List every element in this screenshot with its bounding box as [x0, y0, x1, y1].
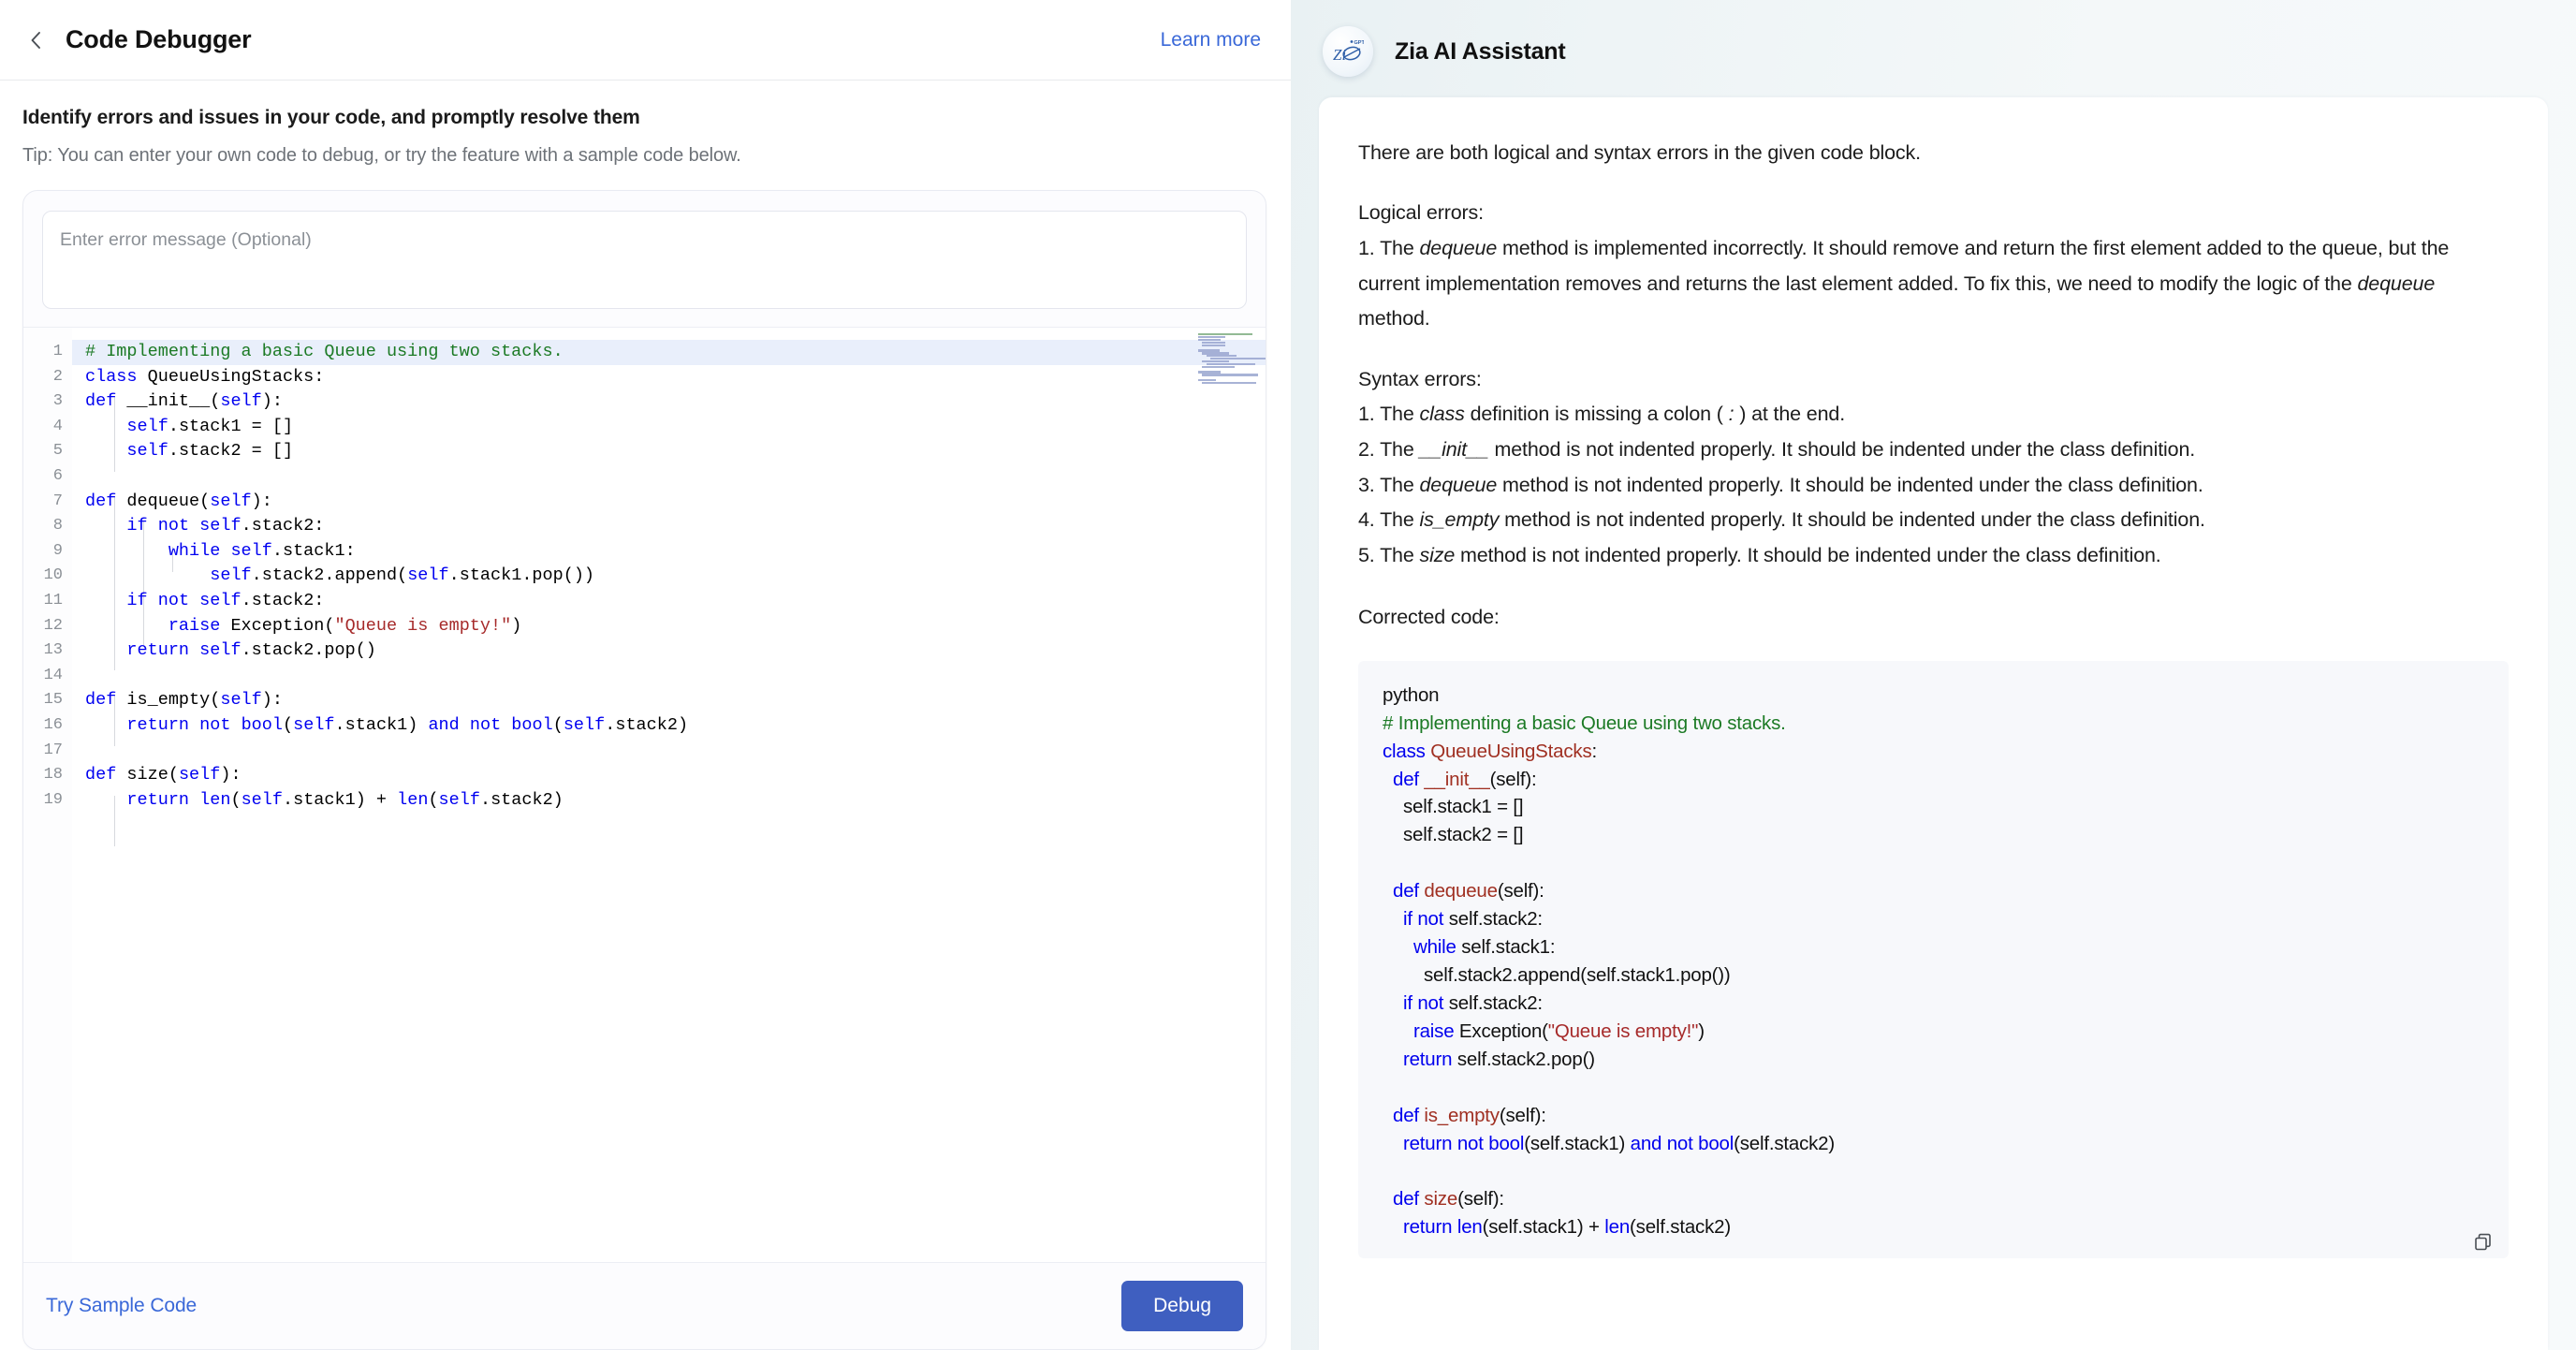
line-number: 14 [43, 666, 63, 684]
corrected-code-line: def dequeue(self): [1393, 880, 1544, 902]
corrected-code-line: # Implementing a basic Queue using two s… [1383, 712, 1786, 734]
code-line[interactable] [72, 664, 1266, 689]
code-line[interactable]: return len(self.stack1) + len(self.stack… [72, 788, 1266, 814]
corrected-code-line: raise Exception("Queue is empty!") [1412, 1020, 1705, 1042]
assistant-answer-card: There are both logical and syntax errors… [1319, 97, 2548, 1350]
corrected-code-line: self.stack2 = [] [1383, 824, 1524, 846]
line-number: 3 [52, 392, 63, 411]
corrected-code-line: self.stack1 = [] [1383, 796, 1524, 818]
code-line[interactable]: self.stack2.append(self.stack1.pop()) [72, 564, 1266, 589]
corrected-code-line [1383, 849, 2484, 877]
code-line[interactable]: def is_empty(self): [72, 688, 1266, 713]
corrected-code-line: return self.stack2.pop() [1402, 1048, 1595, 1070]
line-number: 1 [52, 343, 63, 360]
try-sample-code-link[interactable]: Try Sample Code [46, 1295, 197, 1317]
list-item: 1. The dequeue method is implemented inc… [1358, 236, 2450, 330]
corrected-code-line [1383, 1074, 2484, 1102]
code-line[interactable]: raise Exception("Queue is empty!") [72, 614, 1266, 639]
code-line[interactable]: class QueueUsingStacks: [72, 365, 1266, 390]
page-title: Code Debugger [66, 25, 252, 53]
code-line[interactable] [72, 739, 1266, 764]
code-line[interactable]: return self.stack2.pop() [72, 638, 1266, 664]
corrected-code-heading: Corrected code: [1358, 605, 1500, 628]
corrected-code-line: if not self.stack2: [1402, 908, 1543, 931]
copy-icon[interactable] [2473, 1232, 2494, 1253]
list-item: 1. The class definition is missing a col… [1358, 403, 1846, 426]
svg-text:GPT: GPT [1354, 40, 1365, 46]
intro-title: Identify errors and issues in your code,… [22, 107, 640, 128]
logical-errors-list: 1. The dequeue method is implemented inc… [1358, 231, 2509, 337]
line-number: 9 [52, 541, 63, 560]
learn-more-link[interactable]: Learn more [1161, 29, 1261, 51]
code-line[interactable]: self.stack2 = [] [72, 439, 1266, 464]
corrected-code-line: if not self.stack2: [1402, 991, 1543, 1014]
corrected-code-line: def is_empty(self): [1393, 1104, 1546, 1126]
svg-text:Zi: Zi [1333, 46, 1346, 64]
code-debugger-pane: Code Debugger Learn more Identify errors… [0, 0, 1291, 1350]
corrected-code-line: while self.stack1: [1412, 936, 1556, 959]
code-line[interactable] [72, 464, 1266, 490]
code-line[interactable]: if not self.stack2: [72, 514, 1266, 539]
line-number: 17 [43, 741, 63, 759]
corrected-code-line: def __init__(self): [1393, 768, 1537, 790]
corrected-code-line [1383, 1157, 2484, 1185]
code-line[interactable]: # Implementing a basic Queue using two s… [72, 340, 1266, 365]
corrected-code-block: python # Implementing a basic Queue using… [1358, 660, 2509, 1259]
corrected-code-line: python [1383, 683, 1440, 706]
code-editor[interactable]: 1 2 3 4 5 6 7 8 9 10 11 12 13 14 15 16 17 18 19 # Implemen… [23, 327, 1266, 1263]
line-number: 5 [52, 442, 63, 461]
debugger-card: 12345678910111213141516171819 # Implemen… [22, 190, 1266, 1350]
assistant-title: Zia AI Assistant [1395, 37, 1566, 65]
code-line[interactable]: while self.stack1: [72, 539, 1266, 565]
corrected-code-lines: python # Implementing a basic Queue using… [1383, 682, 2484, 1241]
line-number: 16 [43, 715, 63, 734]
code-line[interactable]: def size(self): [72, 763, 1266, 788]
code-line[interactable]: def dequeue(self): [72, 490, 1266, 515]
line-number: 6 [52, 466, 63, 485]
line-number: 4 [52, 417, 63, 435]
line-number: 13 [43, 641, 63, 660]
error-message-input[interactable] [42, 211, 1247, 309]
answer-intro: There are both logical and syntax errors… [1358, 141, 1921, 164]
app-root: Code Debugger Learn more Identify errors… [0, 0, 2576, 1350]
list-item: 4. The is_empty method is not indented p… [1358, 508, 2205, 532]
line-number-gutter: 1 2 3 4 5 6 7 8 9 10 11 12 13 14 15 16 17 18 19 [23, 328, 72, 1262]
syntax-errors-heading: Syntax errors: [1358, 367, 1482, 390]
card-footer: Try Sample Code Debug [23, 1263, 1266, 1349]
line-number: 19 [43, 790, 63, 809]
corrected-code-line: return len(self.stack1) + len(self.stack… [1402, 1216, 1731, 1239]
corrected-code-line: class QueueUsingStacks: [1383, 740, 1597, 762]
code-line[interactable]: if not self.stack2: [72, 589, 1266, 614]
line-number: 2 [52, 367, 63, 386]
corrected-code-line: return not bool(self.stack1) and not boo… [1402, 1132, 1836, 1154]
corrected-code-line: self.stack2.append(self.stack1.pop()) [1383, 964, 1731, 986]
topbar: Code Debugger Learn more [0, 0, 1291, 81]
code-line[interactable]: self.stack1 = [] [72, 415, 1266, 440]
code-line[interactable]: def __init__(self): [72, 389, 1266, 415]
line-number: 15 [43, 691, 63, 710]
list-item: 2. The __init__ method is not indented p… [1358, 438, 2196, 462]
line-number: 7 [52, 492, 63, 510]
error-input-wrap [23, 191, 1266, 327]
line-number: 10 [43, 566, 63, 585]
intro-tip: Tip: You can enter your own code to debu… [22, 145, 741, 166]
list-item: 5. The size method is not indented prope… [1358, 543, 2161, 566]
corrected-code-line: def size(self): [1393, 1188, 1504, 1211]
zia-gpt-logo-icon: Zi GPT [1323, 26, 1373, 77]
assistant-pane: Zi GPT Zia AI Assistant There are both l… [1291, 0, 2576, 1350]
line-number: 8 [52, 517, 63, 536]
syntax-errors-list: 1. The class definition is missing a col… [1358, 397, 2509, 573]
list-item: 3. The dequeue method is not indented pr… [1358, 473, 2203, 496]
line-number: 11 [43, 591, 63, 609]
assistant-header: Zi GPT Zia AI Assistant [1319, 26, 2548, 97]
code-line[interactable]: return not bool(self.stack1) and not boo… [72, 713, 1266, 739]
line-number: 18 [43, 766, 63, 785]
code-area[interactable]: # Implementing a basic Queue using two s… [72, 328, 1266, 1262]
debug-button[interactable]: Debug [1121, 1281, 1243, 1331]
logical-errors-heading: Logical errors: [1358, 201, 1484, 225]
chevron-left-icon[interactable] [22, 26, 51, 54]
line-number: 12 [43, 616, 63, 635]
intro-section: Identify errors and issues in your code,… [0, 81, 1291, 167]
